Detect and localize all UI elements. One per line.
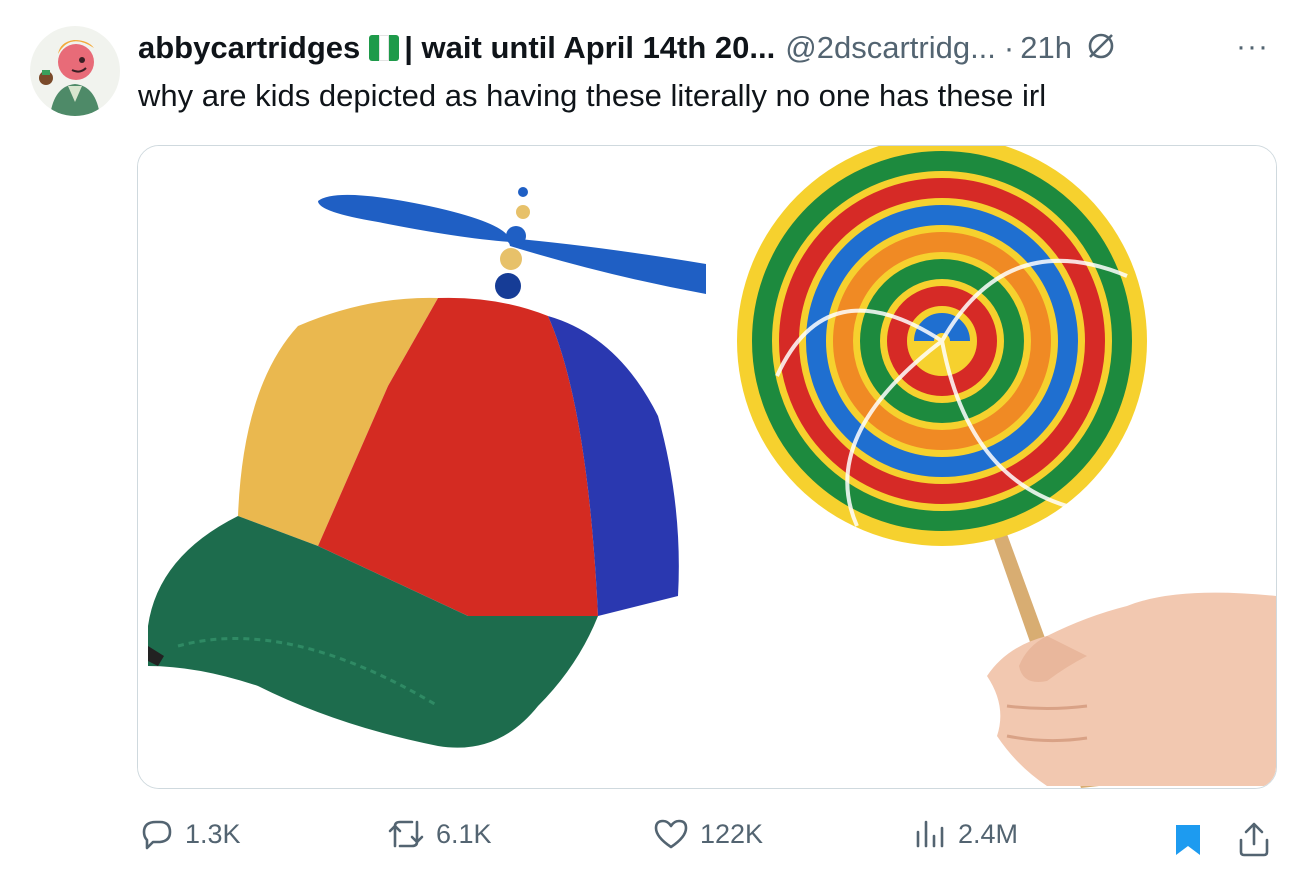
tweet-header: abbycartridges | wait until April 14th 2… bbox=[138, 28, 1118, 68]
tweet-media[interactable] bbox=[137, 145, 1277, 789]
reply-icon bbox=[142, 820, 172, 850]
share-icon bbox=[1239, 822, 1269, 857]
reply-count: 1.3K bbox=[185, 818, 241, 849]
flag-stripe-middle bbox=[379, 35, 390, 61]
circle-slash-icon bbox=[1084, 29, 1118, 71]
views-button[interactable]: 2.4M bbox=[914, 816, 1018, 852]
flag-stripe-left bbox=[369, 35, 380, 61]
avatar[interactable] bbox=[30, 26, 120, 116]
bookmark-icon bbox=[1176, 825, 1200, 855]
tweet-text: why are kids depicted as having these li… bbox=[138, 78, 1047, 113]
display-name-suffix[interactable]: | wait until April 14th 20... bbox=[404, 30, 775, 66]
more-options-button[interactable]: ··· bbox=[1236, 30, 1269, 64]
handle[interactable]: @2dscartridg... bbox=[785, 30, 996, 66]
bookmark-button[interactable] bbox=[1172, 822, 1204, 863]
lollipop-image[interactable] bbox=[707, 146, 1276, 788]
like-button[interactable]: 122K bbox=[652, 816, 763, 852]
share-button[interactable] bbox=[1236, 820, 1272, 863]
retweet-button[interactable]: 6.1K bbox=[386, 816, 492, 852]
display-name[interactable]: abbycartridges bbox=[138, 30, 360, 66]
retweet-icon bbox=[388, 820, 424, 848]
separator: · bbox=[1003, 30, 1015, 65]
like-count: 122K bbox=[700, 818, 764, 849]
flag-stripe-right bbox=[389, 35, 400, 61]
propeller-beanie-image[interactable] bbox=[138, 146, 708, 788]
tweet-actions: 1.3K 6.1K 122K 2.4M bbox=[0, 808, 1316, 864]
avatar-image bbox=[30, 26, 120, 116]
retweet-count: 6.1K bbox=[436, 818, 492, 849]
views-count: 2.4M bbox=[958, 818, 1019, 849]
views-chart-icon bbox=[916, 820, 944, 848]
heart-icon bbox=[654, 819, 688, 849]
timestamp[interactable]: 21h bbox=[1020, 30, 1072, 66]
reply-button[interactable]: 1.3K bbox=[139, 816, 241, 852]
flag-icon bbox=[369, 35, 400, 61]
